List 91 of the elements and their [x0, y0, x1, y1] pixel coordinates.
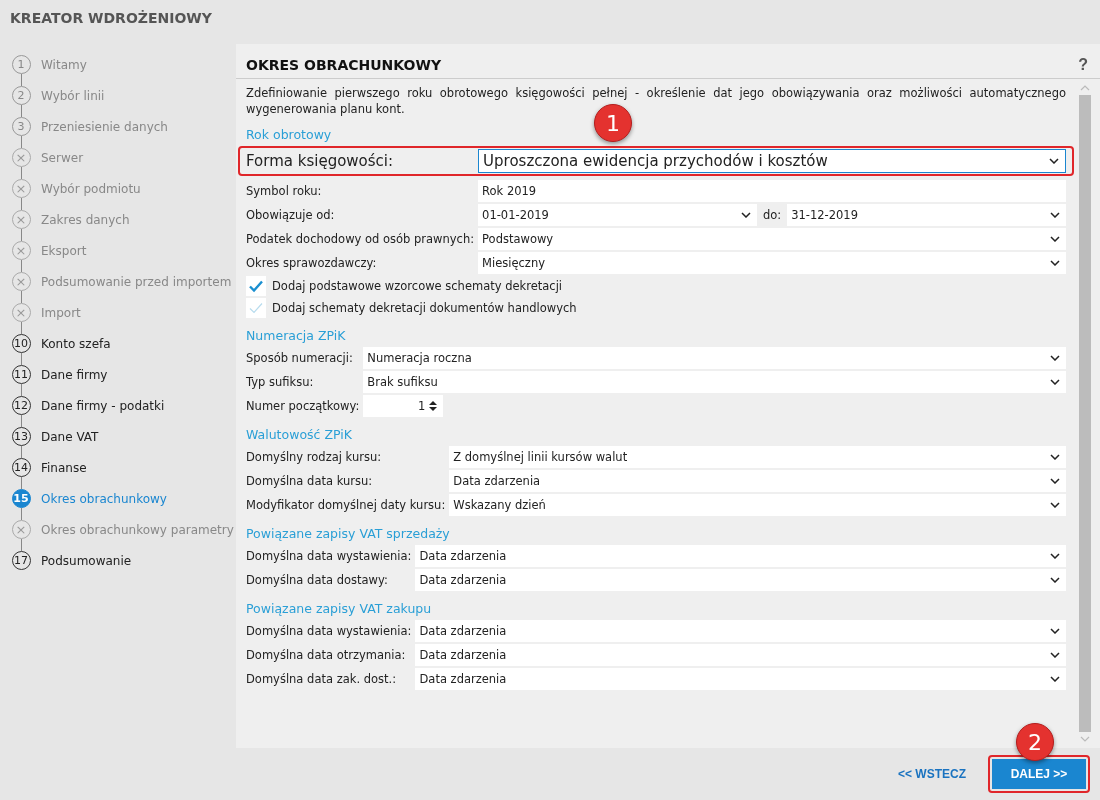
chevron-down-icon [1050, 577, 1060, 583]
chevron-down-icon [1050, 676, 1060, 682]
section-title: Walutowość ZPiK [246, 427, 353, 442]
field-label: Podatek dochodowy od osób prawnych: [246, 231, 476, 248]
number-spinner[interactable]: 1 [363, 395, 444, 417]
field-label: Domyślna data wystawienia: [246, 548, 413, 565]
step-marker: 1 [11, 55, 31, 74]
help-button[interactable]: ? [1078, 56, 1088, 74]
step-label[interactable]: Dane firmy [41, 367, 108, 382]
field-label: Forma księgowości: [246, 151, 395, 172]
dropdown[interactable]: Data zdarzenia [449, 470, 1066, 492]
dropdown[interactable]: Data zdarzenia [415, 644, 1066, 666]
chevron-down-icon [1050, 502, 1060, 508]
dropdown[interactable]: Podstawowy [478, 228, 1066, 250]
chevron-down-icon [1050, 454, 1060, 460]
section-title: Powiązane zapisy VAT sprzedaży [246, 526, 451, 541]
step-marker: 10 [11, 334, 31, 353]
dropdown[interactable]: Data zdarzenia [415, 545, 1066, 567]
field-label: Obowiązuje od: [246, 207, 336, 224]
step-marker: 3 [11, 117, 31, 136]
dropdown[interactable]: Uproszczona ewidencja przychodów i kosztów [478, 149, 1066, 173]
step-label[interactable]: Finanse [41, 460, 87, 475]
dropdown[interactable]: Brak sufiksu [363, 371, 1066, 393]
dropdown[interactable]: Z domyślnej linii kursów walut [449, 446, 1066, 468]
dropdown[interactable]: Data zdarzenia [415, 620, 1066, 642]
step-marker: × [11, 241, 31, 260]
checkmark-icon [248, 300, 264, 316]
next-button[interactable]: DALEJ >> [992, 759, 1086, 789]
dropdown[interactable]: Wskazany dzień [449, 494, 1066, 516]
chevron-down-icon [1049, 158, 1059, 164]
field-label: Modyfikator domyślnej daty kursu: [246, 497, 447, 514]
step-marker: 17 [11, 551, 31, 570]
field-label: Domyślna data zak. dost.: [246, 671, 398, 688]
field-label: Domyślna data kursu: [246, 473, 374, 490]
step-label[interactable]: Konto szefa [41, 336, 111, 351]
step-marker: × [11, 148, 31, 167]
field-label: Typ sufiksu: [246, 374, 315, 391]
step-marker: 2 [11, 86, 31, 105]
dropdown[interactable]: Numeracja roczna [363, 347, 1066, 369]
chevron-down-icon [1050, 260, 1060, 266]
field-label: Domyślny rodzaj kursu: [246, 449, 383, 466]
step-marker: × [11, 179, 31, 198]
window-title: KREATOR WDROŻENIOWY [10, 10, 212, 26]
field-label: Symbol roku: [246, 183, 323, 200]
callout-badge: 1 [594, 104, 632, 142]
chevron-down-icon [1050, 236, 1060, 242]
input-field[interactable]: Rok 2019 [478, 180, 1066, 202]
step-marker: 14 [11, 458, 31, 477]
page-title: OKRES OBRACHUNKOWY [246, 57, 441, 73]
back-button[interactable]: << WSTECZ [892, 766, 972, 782]
field-label: Domyślna data otrzymania: [246, 647, 407, 664]
checkbox[interactable] [246, 276, 266, 296]
date-picker[interactable]: 31-12-2019 [787, 204, 1066, 226]
step-marker: × [11, 210, 31, 229]
step-marker: × [11, 520, 31, 539]
date-picker[interactable]: 01-01-2019 [478, 204, 757, 226]
section-title: Powiązane zapisy VAT zakupu [246, 601, 433, 616]
field-label: Sposób numeracji: [246, 350, 354, 367]
field-label: Domyślna data wystawienia: [246, 623, 413, 640]
chevron-down-icon[interactable] [1080, 736, 1090, 742]
step-marker: × [11, 303, 31, 322]
field-label: Okres sprawozdawczy: [246, 255, 378, 272]
field-label: do: [762, 208, 782, 222]
chevron-down-icon [1050, 652, 1060, 658]
field-label: Numer początkowy: [246, 398, 361, 415]
dropdown[interactable]: Data zdarzenia [415, 668, 1066, 690]
step-marker: 12 [11, 396, 31, 415]
step-marker: 11 [11, 365, 31, 384]
dropdown[interactable]: Miesięczny [478, 252, 1066, 274]
chevron-up-icon[interactable] [1080, 85, 1090, 91]
section-title: Rok obrotowy [246, 127, 333, 142]
chevron-down-icon [1050, 212, 1060, 218]
dropdown[interactable]: Data zdarzenia [415, 569, 1066, 591]
chevron-down-icon [1050, 379, 1060, 385]
field-label: Domyślna data dostawy: [246, 572, 389, 589]
spinner-arrows-icon [429, 400, 438, 412]
chevron-down-icon [1050, 355, 1060, 361]
checkmark-icon [248, 278, 264, 294]
step-marker: 15 [11, 489, 31, 508]
step-marker: 13 [11, 427, 31, 446]
step-label[interactable]: Dane firmy - podatki [41, 398, 165, 413]
checkbox-label: Dodaj podstawowe wzorcowe schematy dekretacji [272, 279, 563, 293]
step-marker: × [11, 272, 31, 291]
step-label[interactable]: Dane VAT [41, 429, 99, 444]
checkbox-label: Dodaj schematy dekretacji dokumentów handlowych [272, 301, 577, 315]
section-title: Numeracja ZPiK [246, 328, 347, 343]
chevron-down-icon [1050, 478, 1060, 484]
chevron-down-icon [1050, 628, 1060, 634]
chevron-down-icon [1050, 553, 1060, 559]
step-label[interactable]: Podsumowanie [41, 553, 132, 568]
chevron-down-icon [740, 212, 751, 218]
